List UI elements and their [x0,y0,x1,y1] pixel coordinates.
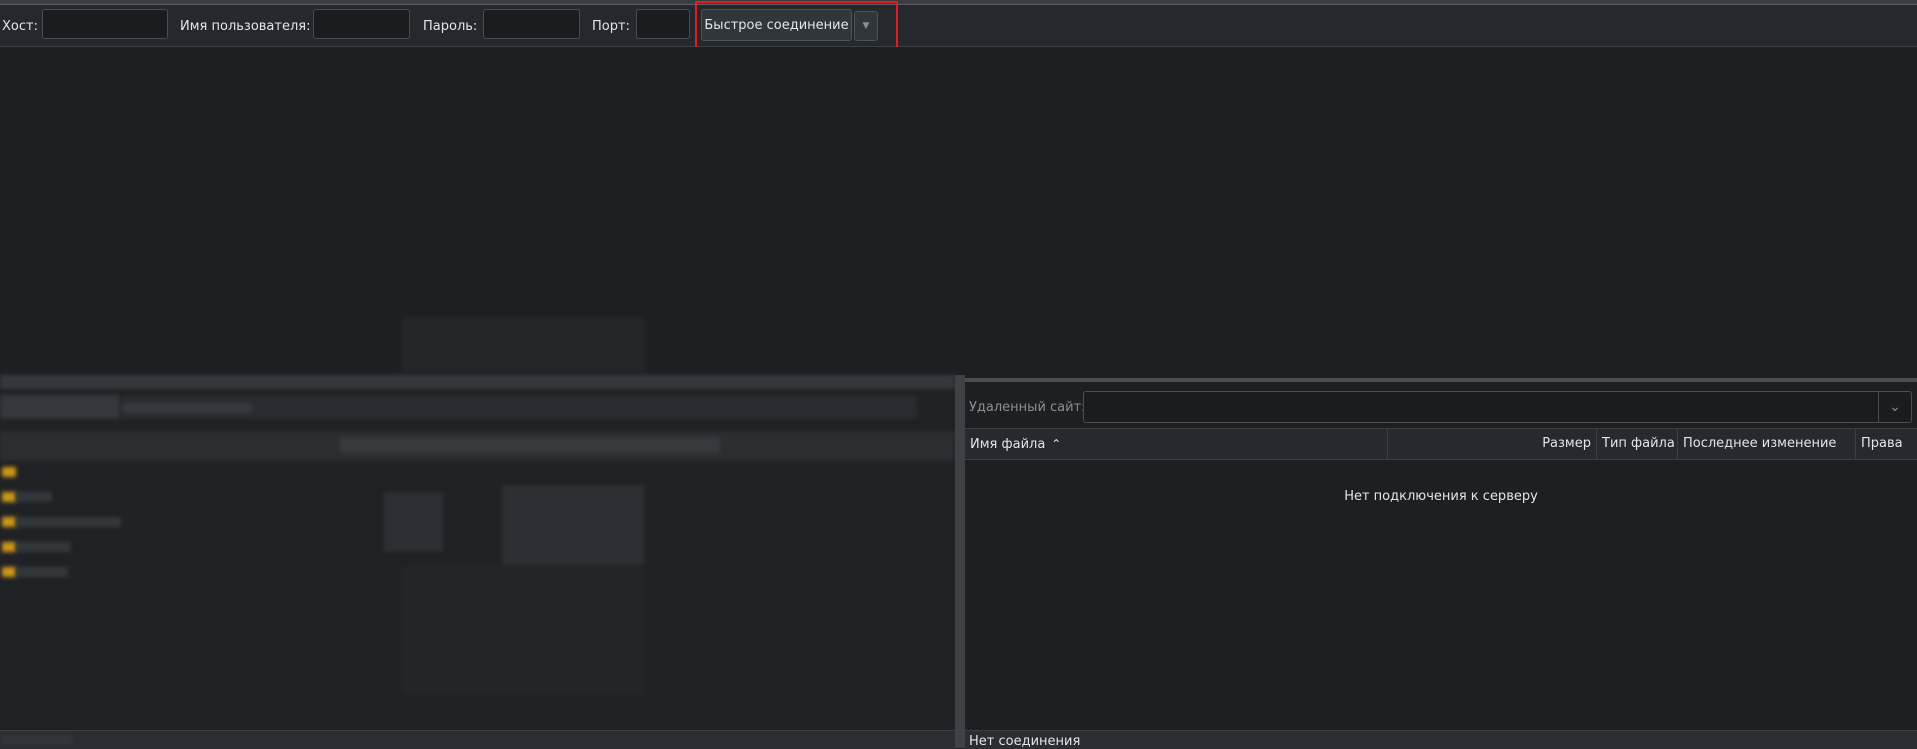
remote-site-input[interactable] [1083,391,1879,423]
vertical-splitter[interactable] [955,375,965,748]
column-header-filetype[interactable]: Тип файла [1597,429,1678,459]
folder-icon [2,517,16,527]
chevron-down-icon: ⌄ [1889,399,1901,415]
password-input[interactable] [483,9,580,39]
quickconnect-bar: Хост: Имя пользователя: Пароль: Порт: Бы… [0,5,1917,47]
chevron-down-icon: ▼ [862,21,870,31]
blurred-content [16,542,71,552]
port-input[interactable] [636,9,690,39]
blurred-content [402,565,645,695]
password-label: Пароль: [423,19,478,34]
blurred-content [340,437,720,453]
folder-icon [2,492,16,502]
blurred-content [122,403,252,413]
remote-site-dropdown[interactable]: ⌄ [1879,391,1912,423]
host-input[interactable] [42,9,168,39]
username-label: Имя пользователя: [180,19,311,34]
remote-status-bar: Нет соединения [965,730,1917,749]
folder-icon [2,542,16,552]
blurred-content [16,492,52,502]
blurred-content [16,517,121,527]
host-label: Хост: [2,19,38,34]
column-header-size[interactable]: Размер [1388,429,1597,459]
blurred-content [16,567,68,577]
remote-file-table-header: Имя файла ⌃ Размер Тип файла Последнее из… [965,428,1917,460]
quickconnect-history-dropdown[interactable]: ▼ [854,11,878,41]
column-header-modified[interactable]: Последнее изменение [1678,429,1856,459]
port-label: Порт: [592,19,630,34]
local-pane [0,375,955,748]
message-log [0,47,1917,377]
blurred-content [502,485,645,565]
blurred-content [0,395,120,419]
quickconnect-button[interactable]: Быстрое соединение [701,9,852,41]
blurred-content [402,317,645,372]
chevron-up-icon: ⌃ [1051,437,1062,451]
folder-icon [2,467,16,477]
blurred-content [2,735,72,745]
connection-status-text: Нет соединения [969,734,1081,749]
local-status-bar [0,730,955,749]
username-input[interactable] [313,9,410,39]
column-header-filename[interactable]: Имя файла ⌃ [965,429,1388,459]
column-header-permissions[interactable]: Права [1856,429,1917,459]
empty-state-message: Нет подключения к серверу [1344,489,1538,504]
folder-icon [2,567,16,577]
blurred-content [383,492,443,552]
blurred-content [0,375,955,389]
remote-pane: Удаленный сайт: ⌄ Имя файла ⌃ Размер Тип … [965,382,1917,748]
remote-site-label: Удаленный сайт: [969,400,1086,415]
